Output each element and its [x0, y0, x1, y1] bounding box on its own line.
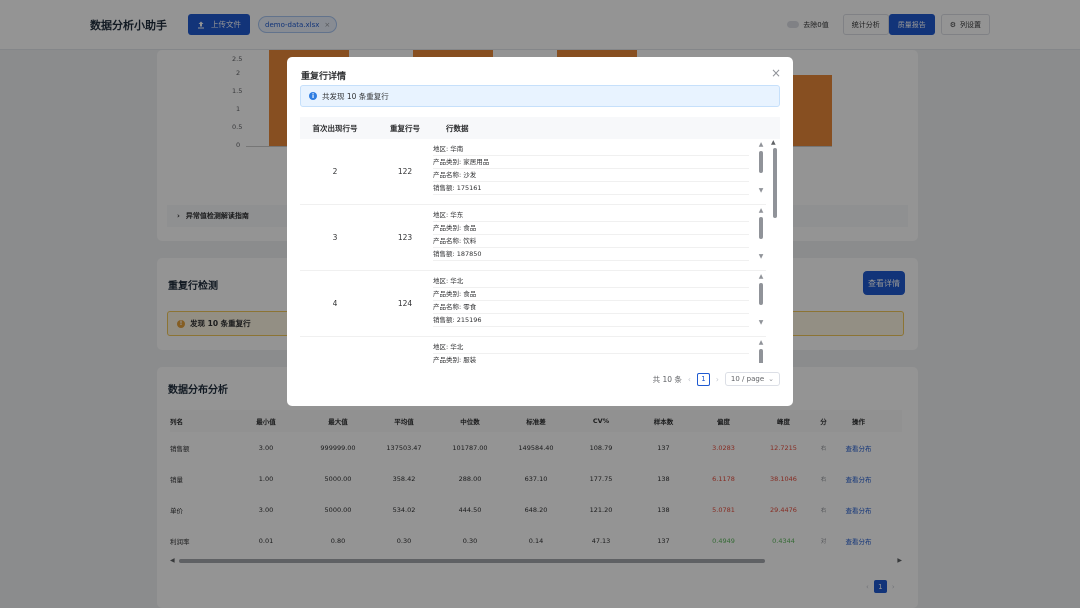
cell-dup-row: 122 [397, 167, 413, 176]
chevron-down-icon: ⌄ [768, 375, 774, 383]
cell-dup-row: 124 [397, 299, 413, 308]
next-page-icon[interactable]: › [716, 375, 719, 384]
row-data-field: 销售额: 215196 [433, 314, 749, 327]
row-data-field: 销售额: 187850 [433, 248, 749, 261]
col-row-data: 行数据 [446, 123, 469, 133]
cell-scroll-thumb[interactable] [759, 217, 763, 239]
row-data-field: 产品名称: 饮料 [433, 235, 749, 248]
prev-page-icon[interactable]: ‹ [688, 375, 691, 384]
col-dup-row: 重复行号 [390, 123, 420, 133]
table-row: 3 123 地区: 华东 产品类别: 食品 产品名称: 饮料 销售额: 187850 ▲ ▼ [300, 205, 766, 271]
cell-scroll-thumb[interactable] [759, 283, 763, 305]
table-row: 2 122 地区: 华南 产品类别: 家居用品 产品名称: 沙发 销售额: 175161 ▲… [300, 139, 766, 205]
scroll-up-icon[interactable]: ▲ [771, 139, 776, 146]
cell-scroll-thumb[interactable] [759, 349, 763, 363]
scroll-up-icon[interactable]: ▲ [756, 207, 766, 214]
page-current[interactable]: 1 [696, 372, 710, 386]
page-size-value: 10 / page [730, 375, 765, 383]
cell-first-row: 2 [332, 167, 338, 176]
cell-first-row: 4 [332, 299, 338, 308]
dialog-pagination: 共 10 条 ‹ 1 › 10 / page ⌄ [653, 372, 780, 386]
scroll-up-icon[interactable]: ▲ [756, 339, 766, 346]
dialog-table-scrollbar[interactable]: ▲ [771, 139, 777, 363]
row-data-field: 产品类别: 家居用品 [433, 156, 749, 169]
dialog-info-text: 共发现 10 条重复行 [322, 91, 389, 101]
row-data-field: 地区: 华北 [433, 275, 749, 288]
row-data-field: 产品类别: 服装 [433, 354, 749, 363]
row-data-field: 地区: 华北 [433, 341, 749, 354]
close-icon[interactable]: × [771, 66, 781, 80]
scroll-up-icon[interactable]: ▲ [756, 273, 766, 280]
info-icon: i [309, 92, 317, 100]
row-data-field: 产品类别: 食品 [433, 222, 749, 235]
table-row: 4 124 地区: 华北 产品类别: 食品 产品名称: 零食 销售额: 215196 ▲ ▼ [300, 271, 766, 337]
page-size-select[interactable]: 10 / page ⌄ [724, 372, 780, 386]
cell-dup-row: 123 [397, 233, 413, 242]
row-data-field: 地区: 华东 [433, 209, 749, 222]
col-first-row: 首次出现行号 [312, 123, 358, 133]
scroll-down-icon[interactable]: ▼ [756, 319, 766, 326]
total-count: 共 10 条 [652, 374, 682, 384]
cell-first-row: 3 [332, 233, 338, 242]
row-data-field: 产品类别: 食品 [433, 288, 749, 301]
duplicate-detail-dialog: 重复行详情 × i 共发现 10 条重复行 首次出现行号 重复行号 行数据 2 1… [287, 57, 793, 406]
scroll-up-icon[interactable]: ▲ [756, 141, 766, 148]
row-data-field: 销售额: 175161 [433, 182, 749, 195]
cell-scroll-thumb[interactable] [759, 151, 763, 173]
scroll-down-icon[interactable]: ▼ [756, 253, 766, 260]
table-row: 地区: 华北产品类别: 服装▲▼ [300, 337, 766, 363]
row-data-field: 产品名称: 沙发 [433, 169, 749, 182]
dialog-table-header: 首次出现行号 重复行号 行数据 [300, 117, 780, 139]
dialog-table-body: 2 122 地区: 华南 产品类别: 家居用品 产品名称: 沙发 销售额: 175161 ▲… [287, 139, 793, 363]
row-data-field: 地区: 华南 [433, 143, 749, 156]
dialog-scroll-thumb[interactable] [773, 148, 777, 218]
scroll-down-icon[interactable]: ▼ [756, 187, 766, 194]
dialog-info-alert: i 共发现 10 条重复行 [300, 85, 780, 107]
dialog-title: 重复行详情 [301, 72, 347, 82]
row-data-field: 产品名称: 零食 [433, 301, 749, 314]
